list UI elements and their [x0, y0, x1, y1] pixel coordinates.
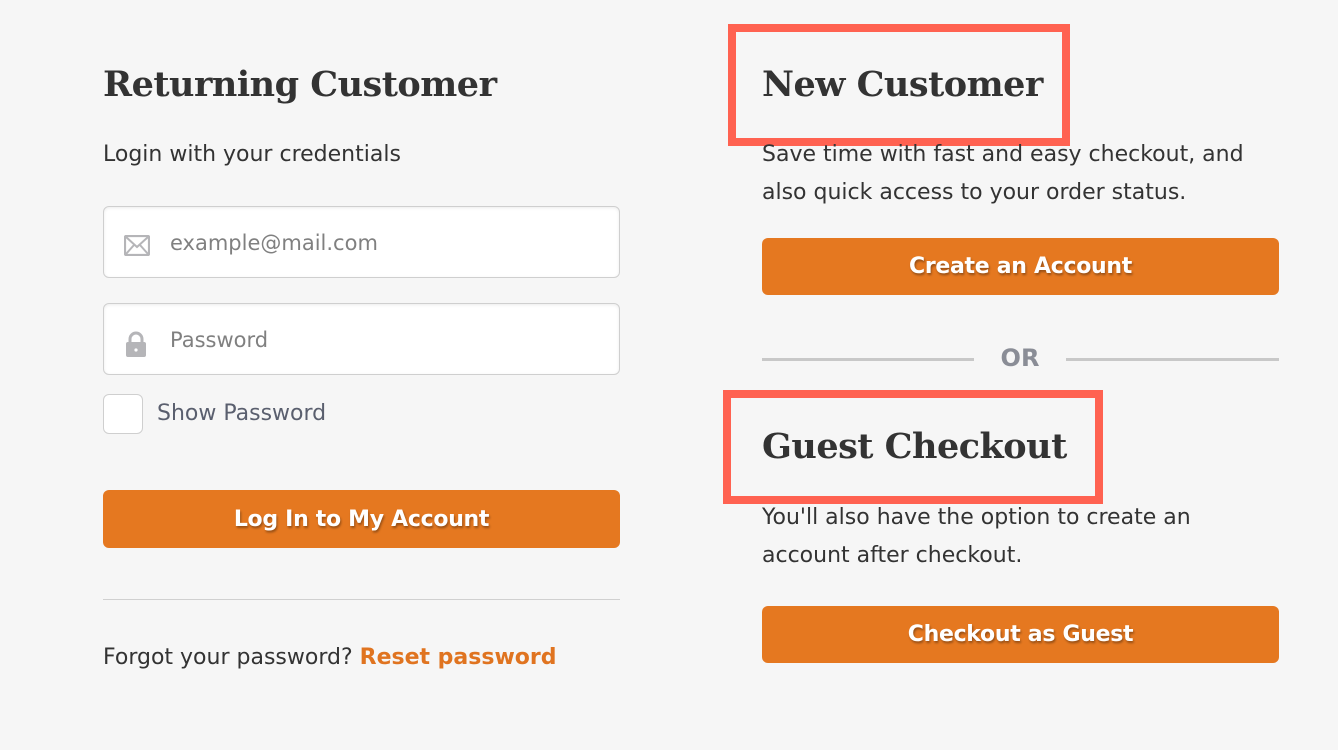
returning-customer-subtitle: Login with your credentials — [103, 142, 401, 167]
divider — [103, 599, 620, 600]
email-input[interactable] — [168, 207, 609, 279]
new-customer-title: New Customer — [762, 64, 1043, 105]
guest-checkout-description: You'll also have the option to create an… — [762, 505, 1191, 568]
create-account-button[interactable]: Create an Account — [762, 238, 1279, 295]
forgot-password-text: Forgot your password? — [103, 645, 353, 670]
lock-icon — [124, 330, 148, 362]
checkout-as-guest-button[interactable]: Checkout as Guest — [762, 606, 1279, 663]
forgot-password-row: Forgot your password? Reset password — [103, 639, 557, 677]
show-password-checkbox[interactable] — [103, 394, 143, 434]
envelope-icon — [123, 234, 151, 260]
show-password-label[interactable]: Show Password — [157, 395, 326, 433]
password-field[interactable] — [103, 303, 620, 376]
or-line-right — [1066, 358, 1279, 361]
email-field[interactable] — [103, 206, 620, 279]
password-input[interactable] — [168, 304, 609, 376]
reset-password-link[interactable]: Reset password — [360, 645, 557, 670]
or-line-left — [762, 358, 974, 361]
guest-checkout-title: Guest Checkout — [762, 426, 1067, 467]
login-button[interactable]: Log In to My Account — [103, 490, 620, 548]
new-customer-description: Save time with fast and easy checkout, a… — [762, 142, 1244, 205]
returning-customer-title: Returning Customer — [103, 64, 497, 105]
or-separator-label: OR — [1000, 344, 1040, 372]
